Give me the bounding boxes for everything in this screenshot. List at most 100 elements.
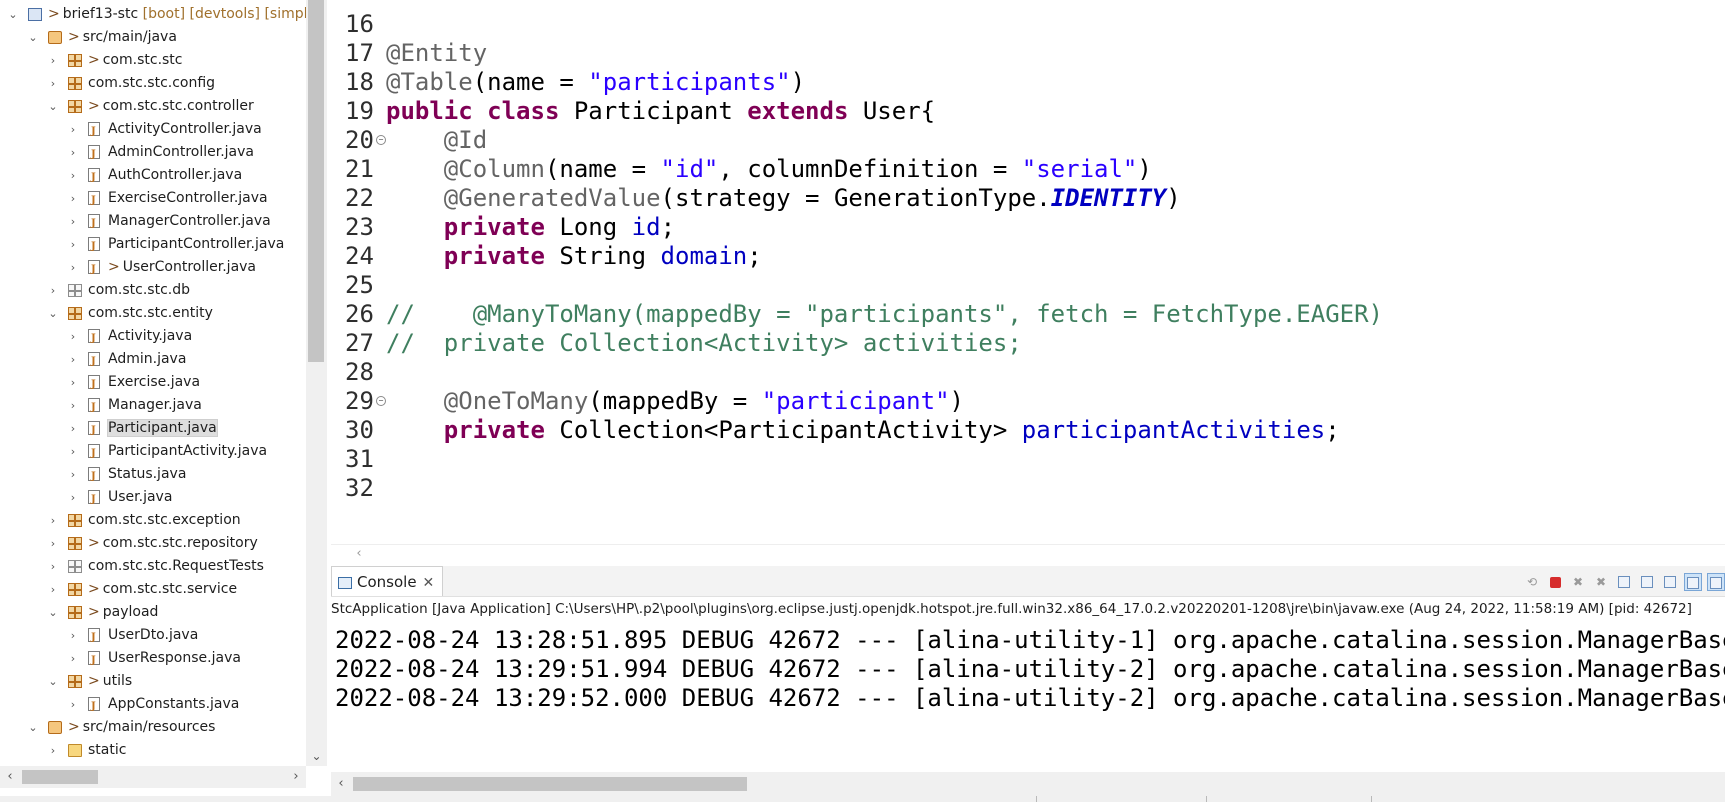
chevron-right-icon[interactable]: › [46, 555, 60, 578]
tree-item[interactable]: › > com.stc.stc.repository [0, 532, 306, 555]
code-line[interactable]: 29− @OneToMany(mappedBy = "participant") [331, 385, 1725, 417]
tree-item[interactable]: › com.stc.stc.db [0, 279, 306, 302]
tree-item[interactable]: › static [0, 739, 306, 762]
tree-item[interactable]: ⌄ >brief13-stc [boot] [devtools] [simplon [0, 3, 306, 26]
tree-item[interactable]: ⌄ > payload [0, 601, 306, 624]
scroll-left-arrow-icon[interactable]: ‹ [0, 766, 20, 788]
tree-item[interactable]: › ExerciseController.java [0, 187, 306, 212]
display-console-icon[interactable] [1707, 572, 1725, 591]
code-editor[interactable]: 16 17 @Entity 18 @Table(name = "participants… [331, 0, 1725, 560]
chevron-down-icon[interactable]: ⌄ [46, 601, 60, 624]
word-wrap-icon[interactable] [1661, 573, 1679, 591]
clear-console-icon[interactable] [1615, 573, 1633, 591]
code-line[interactable]: 20− @Id [331, 124, 1725, 156]
scroll-left-arrow-icon[interactable]: ‹ [349, 545, 369, 563]
tree-item[interactable]: › Activity.java [0, 325, 306, 350]
tree-item[interactable]: › ActivityController.java [0, 118, 306, 143]
code-line[interactable]: 30 private Collection<ParticipantActivit… [331, 414, 1725, 446]
chevron-right-icon[interactable]: › [66, 417, 80, 440]
tree-item[interactable]: › > com.stc.stc.service [0, 578, 306, 601]
chevron-right-icon[interactable]: › [46, 279, 60, 302]
code-line[interactable]: 17 @Entity [331, 37, 1725, 69]
chevron-right-icon[interactable]: › [66, 440, 80, 463]
tree-item[interactable]: › User.java [0, 486, 306, 511]
scroll-down-arrow-icon[interactable]: ⌄ [306, 746, 327, 766]
tree-item[interactable]: › > com.stc.stc [0, 49, 306, 72]
chevron-right-icon[interactable]: › [46, 739, 60, 762]
remove-all-launches-icon[interactable]: ✖ [1592, 573, 1610, 591]
scroll-right-arrow-icon[interactable]: › [286, 766, 306, 788]
code-line[interactable]: 21 @Column(name = "id", columnDefinition… [331, 153, 1725, 185]
tree-item[interactable]: › Status.java [0, 463, 306, 488]
tree-item[interactable]: › AuthController.java [0, 164, 306, 189]
chevron-down-icon[interactable]: ⌄ [46, 670, 60, 693]
tree-item[interactable]: › com.stc.stc.exception [0, 509, 306, 532]
code-line[interactable]: 32 [331, 472, 1725, 504]
fold-toggle-icon[interactable]: − [376, 396, 386, 406]
tree-item[interactable]: › com.stc.stc.config [0, 72, 306, 95]
chevron-right-icon[interactable]: › [46, 49, 60, 72]
chevron-down-icon[interactable]: ⌄ [6, 3, 20, 26]
chevron-right-icon[interactable]: › [46, 509, 60, 532]
tree-item[interactable]: › Admin.java [0, 348, 306, 373]
pin-console-icon[interactable]: ⟲ [1523, 573, 1541, 591]
code-line[interactable]: 23 private Long id; [331, 211, 1725, 243]
code-line[interactable]: 27 // private Collection<Activity> activi… [331, 327, 1725, 359]
chevron-right-icon[interactable]: › [66, 486, 80, 509]
code-line[interactable]: 31 [331, 443, 1725, 475]
chevron-right-icon[interactable]: › [66, 210, 80, 233]
editor-horizontal-scrollbar[interactable]: ‹ [331, 544, 1725, 563]
chevron-right-icon[interactable]: › [66, 624, 80, 647]
scroll-left-arrow-icon[interactable]: ‹ [331, 772, 351, 796]
explorer-vertical-scrollbar[interactable]: ⌄ [306, 0, 327, 766]
code-line[interactable]: 22 @GeneratedValue(strategy = Generation… [331, 182, 1725, 214]
console-horizontal-scroll-thumb[interactable] [353, 777, 747, 791]
tree-item[interactable]: ⌄ com.stc.stc.entity [0, 302, 306, 325]
fold-toggle-icon[interactable]: − [376, 135, 386, 145]
chevron-right-icon[interactable]: › [66, 647, 80, 670]
tree-item[interactable]: › UserDto.java [0, 624, 306, 649]
tree-item[interactable]: › UserResponse.java [0, 647, 306, 672]
explorer-horizontal-scroll-thumb[interactable] [22, 770, 98, 784]
chevron-right-icon[interactable]: › [66, 348, 80, 371]
show-on-output-icon[interactable] [1684, 572, 1702, 591]
tree-item[interactable]: › ParticipantActivity.java [0, 440, 306, 465]
tree-item[interactable]: › >UserController.java [0, 256, 306, 281]
explorer-vertical-scroll-thumb[interactable] [308, 0, 324, 362]
chevron-right-icon[interactable]: › [66, 187, 80, 210]
chevron-right-icon[interactable]: › [46, 72, 60, 95]
chevron-right-icon[interactable]: › [66, 118, 80, 141]
chevron-right-icon[interactable]: › [66, 463, 80, 486]
chevron-right-icon[interactable]: › [66, 394, 80, 417]
tree-item[interactable]: › ManagerController.java [0, 210, 306, 235]
tree-item[interactable]: ⌄ > com.stc.stc.controller [0, 95, 306, 118]
chevron-right-icon[interactable]: › [66, 371, 80, 394]
chevron-right-icon[interactable]: › [66, 164, 80, 187]
chevron-right-icon[interactable]: › [46, 578, 60, 601]
console-horizontal-scrollbar[interactable]: ‹ [331, 772, 1725, 796]
chevron-right-icon[interactable]: › [66, 256, 80, 279]
code-line[interactable]: 26 // @ManyToMany(mappedBy = "participant… [331, 298, 1725, 330]
code-line[interactable]: 16 [331, 8, 1725, 40]
tree-item[interactable]: › AppConstants.java [0, 693, 306, 718]
tab-console[interactable]: Console ✕ [331, 566, 444, 596]
terminate-icon[interactable] [1546, 573, 1564, 591]
tree-item[interactable]: › com.stc.stc.RequestTests [0, 555, 306, 578]
chevron-right-icon[interactable]: › [66, 693, 80, 716]
chevron-down-icon[interactable]: ⌄ [26, 26, 40, 49]
code-line[interactable]: 25 [331, 269, 1725, 301]
tree-item[interactable]: › Participant.java [0, 417, 306, 442]
chevron-down-icon[interactable]: ⌄ [26, 716, 40, 739]
code-line[interactable]: 24 private String domain; [331, 240, 1725, 272]
console-output[interactable]: 2022-08-24 13:28:51.895 DEBUG 42672 --- … [331, 622, 1725, 762]
tree-item[interactable]: ⌄ > utils [0, 670, 306, 693]
tree-item[interactable]: › Exercise.java [0, 371, 306, 396]
chevron-right-icon[interactable]: › [66, 233, 80, 256]
scroll-lock-icon[interactable] [1638, 573, 1656, 591]
tree-item[interactable]: › AdminController.java [0, 141, 306, 166]
chevron-right-icon[interactable]: › [66, 141, 80, 164]
explorer-horizontal-scrollbar[interactable]: ‹ › [0, 766, 306, 788]
tree-item[interactable]: › Manager.java [0, 394, 306, 419]
code-line[interactable]: 19 public class Participant extends User{ [331, 95, 1725, 127]
tree-item[interactable]: ⌄ > src/main/java [0, 26, 306, 49]
